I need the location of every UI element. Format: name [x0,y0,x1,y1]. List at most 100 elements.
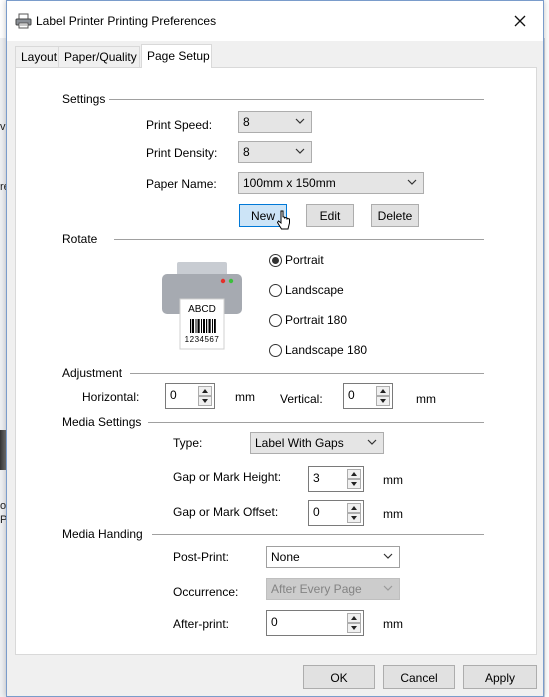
close-button[interactable] [497,1,543,41]
post-print-select[interactable]: None [266,546,400,568]
caret-up-icon [351,616,357,620]
print-speed-label: Print Speed: [146,118,213,132]
chevron-down-icon [383,583,393,593]
radio-unchecked-icon [269,283,282,297]
window-title: Label Printer Printing Preferences [36,14,217,28]
gap-offset-label: Gap or Mark Offset: [173,505,279,519]
spin-down-button[interactable] [347,479,361,489]
caret-down-icon [380,399,386,403]
radio-unchecked-icon [269,343,282,357]
caret-down-icon [351,516,357,520]
rotate-section-title: Rotate [62,232,102,246]
adjustment-group-line [130,373,484,374]
print-density-value: 8 [243,145,250,159]
title-bar[interactable]: Label Printer Printing Preferences [7,1,543,41]
printer-icon [15,13,32,29]
print-speed-select[interactable]: 8 [238,111,312,133]
rotate-group-line [114,239,484,240]
page-setup-panel: Settings Print Speed: 8 Print Density: 8… [15,67,537,655]
adjustment-section-title: Adjustment [62,366,127,380]
spinner-buttons [347,613,361,633]
vertical-label: Vertical: [280,392,323,406]
print-speed-value: 8 [243,115,250,129]
paper-name-select[interactable]: 100mm x 150mm [238,172,424,194]
after-print-label: After-print: [173,617,230,631]
chevron-down-icon [295,146,305,156]
radio-portrait-label: Portrait [285,253,324,267]
tab-paper-quality[interactable]: Paper/Quality [58,46,140,67]
vertical-value: 0 [348,388,355,402]
tab-page-setup[interactable]: Page Setup [141,44,212,68]
radio-portrait[interactable]: Portrait [269,253,324,267]
gap-height-label: Gap or Mark Height: [173,470,282,484]
edit-paper-button[interactable]: Edit [306,204,354,227]
radio-checked-icon [269,253,282,267]
spin-down-button[interactable] [376,396,390,406]
settings-group-line [68,99,484,100]
radio-portrait-180-label: Portrait 180 [285,313,348,327]
media-type-value: Label With Gaps [255,436,344,450]
cancel-button[interactable]: Cancel [383,665,455,689]
gap-offset-spinner[interactable]: 0 [308,500,364,526]
post-print-value: None [271,550,300,564]
caret-up-icon [351,472,357,476]
preview-label-text: ABCD [188,304,216,315]
occurrence-value: After Every Page [271,582,362,596]
gap-height-unit: mm [383,473,403,487]
after-print-unit: mm [383,617,403,631]
horizontal-value: 0 [170,388,177,402]
caret-down-icon [351,482,357,486]
print-density-label: Print Density: [146,146,218,160]
vertical-unit: mm [416,392,436,406]
spinner-buttons [376,386,390,406]
spin-up-button[interactable] [347,503,361,513]
radio-portrait-180[interactable]: Portrait 180 [269,313,347,327]
delete-paper-button[interactable]: Delete [371,204,419,227]
radio-landscape-label: Landscape [285,283,344,297]
after-print-spinner[interactable]: 0 [266,610,364,636]
caret-down-icon [351,626,357,630]
print-density-select[interactable]: 8 [238,141,312,163]
caret-up-icon [351,506,357,510]
type-label: Type: [173,436,203,450]
gap-height-value: 3 [313,471,320,485]
media-settings-group-line [148,422,484,423]
radio-landscape-180-label: Landscape 180 [285,343,368,357]
spin-up-button[interactable] [347,613,361,623]
mouse-cursor-icon [276,210,291,235]
preview-barcode-number: 1234567 [184,335,220,344]
background-window-right [544,38,549,697]
paper-name-label: Paper Name: [146,177,217,191]
gap-offset-value: 0 [313,505,320,519]
horizontal-spinner[interactable]: 0 [165,383,215,409]
chevron-down-icon [367,437,377,447]
horizontal-unit: mm [235,390,255,404]
post-print-label: Post-Print: [173,550,230,564]
vertical-spinner[interactable]: 0 [343,383,393,409]
spin-up-button[interactable] [347,469,361,479]
spin-down-button[interactable] [347,513,361,523]
spin-up-button[interactable] [376,386,390,396]
spinner-buttons [347,503,361,523]
gap-height-spinner[interactable]: 3 [308,466,364,492]
printer-preview-image: ABCD 1234567 [161,261,243,351]
tab-layout[interactable]: Layout [15,46,59,67]
spin-down-button[interactable] [198,396,212,406]
gap-offset-unit: mm [383,507,403,521]
radio-landscape-180[interactable]: Landscape 180 [269,343,367,357]
media-settings-section-title: Media Settings [62,415,146,429]
spinner-buttons [347,469,361,489]
settings-section-title: Settings [62,92,110,106]
spinner-buttons [198,386,212,406]
radio-landscape[interactable]: Landscape [269,283,344,297]
close-icon [514,10,526,33]
occurrence-label: Occurrence: [173,585,239,599]
caret-down-icon [202,399,208,403]
apply-button[interactable]: Apply [463,665,537,689]
ok-button[interactable]: OK [303,665,375,689]
media-handing-section-title: Media Handing [62,527,147,541]
media-type-select[interactable]: Label With Gaps [250,432,384,454]
spin-down-button[interactable] [347,623,361,633]
spin-up-button[interactable] [198,386,212,396]
chevron-down-icon [383,551,393,561]
